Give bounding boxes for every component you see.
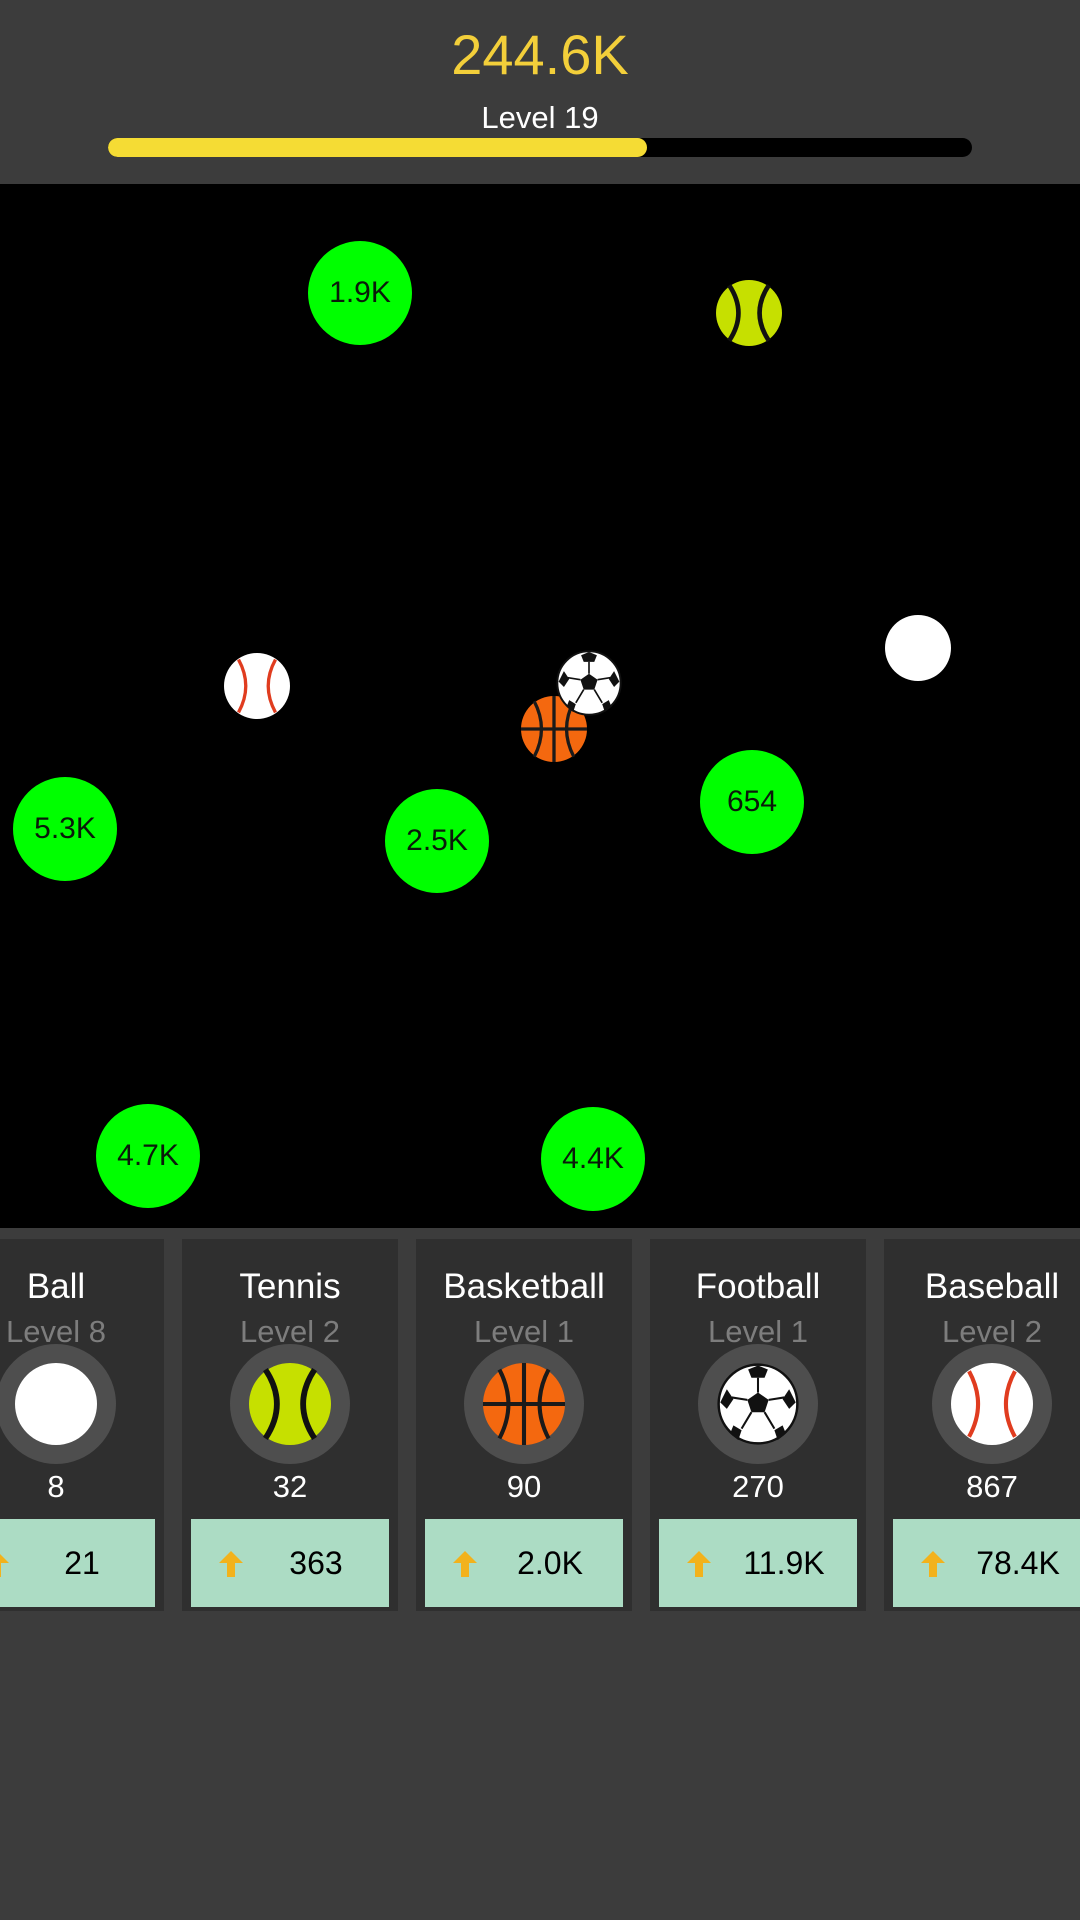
ball-count: 8: [47, 1469, 65, 1504]
game-field[interactable]: 1.9K 5.3K 2.5K 654 4.7K 4.4K: [0, 184, 1080, 1228]
tennis-ball-icon: [249, 1363, 331, 1445]
up-arrow-icon: [0, 1554, 9, 1577]
ball-count: 270: [732, 1469, 784, 1504]
money-counter: 244.6K: [451, 23, 629, 86]
basketball-icon: [483, 1363, 565, 1445]
shop-card-ball: Ball Level 8 8 21: [0, 1239, 164, 1611]
ball-count: 32: [272, 1469, 308, 1504]
upgrade-cost: 2.0K: [517, 1545, 583, 1581]
ball-count: 90: [506, 1469, 542, 1504]
brick[interactable]: 4.7K: [96, 1104, 200, 1208]
card-icon-ring: [230, 1344, 350, 1464]
shop-card-football: Football Level 1 270 11.9K: [650, 1239, 866, 1611]
card-icon-ring: [464, 1344, 584, 1464]
brick[interactable]: 654: [700, 750, 804, 854]
baseball-icon: [224, 653, 290, 719]
baseball-icon: [951, 1363, 1033, 1445]
plain-ball-icon: [15, 1363, 97, 1445]
tennis-ball-icon: [716, 280, 782, 346]
ball-shop: Ball Level 8 8 21 Tennis Level 2 32 363 …: [0, 1228, 1080, 1920]
soccer-ball-icon: [717, 1363, 799, 1445]
card-title: Baseball: [924, 1267, 1060, 1306]
player-level: Level 19: [481, 100, 599, 135]
upgrade-button-ball[interactable]: 21: [0, 1519, 155, 1607]
card-icon-ring: [932, 1344, 1052, 1464]
brick[interactable]: 2.5K: [385, 789, 489, 893]
upgrade-button-basketball[interactable]: 2.0K: [425, 1519, 623, 1607]
top-bar: 244.6K Level 19: [0, 0, 1080, 184]
up-arrow-icon: [453, 1551, 477, 1577]
shop-card-tennis: Tennis Level 2 32 363: [182, 1239, 398, 1611]
up-arrow-icon: [687, 1551, 711, 1577]
brick[interactable]: 4.4K: [541, 1107, 645, 1211]
level-progress-fill: [108, 138, 648, 157]
ball-count: 867: [966, 1469, 1018, 1504]
brick[interactable]: 5.3K: [13, 777, 117, 881]
card-level: Level 8: [6, 1314, 106, 1349]
level-progress-bar: [108, 138, 972, 157]
shop-card-baseball: Baseball Level 2 867 78.4K: [884, 1239, 1080, 1611]
plain-ball-icon: [885, 615, 951, 681]
card-icon-ring: [0, 1344, 116, 1464]
upgrade-button-baseball[interactable]: 78.4K: [893, 1519, 1080, 1607]
card-title: Basketball: [443, 1267, 605, 1306]
card-icon-ring: [698, 1344, 818, 1464]
upgrade-cost: 363: [289, 1545, 343, 1581]
upgrade-button-football[interactable]: 11.9K: [659, 1519, 857, 1607]
up-arrow-icon: [921, 1551, 945, 1577]
card-title: Tennis: [239, 1267, 341, 1306]
brick[interactable]: 1.9K: [308, 241, 412, 345]
upgrade-cost: 78.4K: [976, 1545, 1060, 1581]
shop-card-basketball: Basketball Level 1 90 2.0K: [416, 1239, 632, 1611]
soccer-ball-icon: [556, 650, 622, 716]
upgrade-cost: 21: [64, 1545, 100, 1581]
upgrade-cost: 11.9K: [743, 1545, 825, 1581]
card-title: Football: [695, 1267, 821, 1306]
up-arrow-icon: [219, 1551, 243, 1577]
card-title: Ball: [26, 1267, 86, 1306]
upgrade-button-tennis[interactable]: 363: [191, 1519, 389, 1607]
